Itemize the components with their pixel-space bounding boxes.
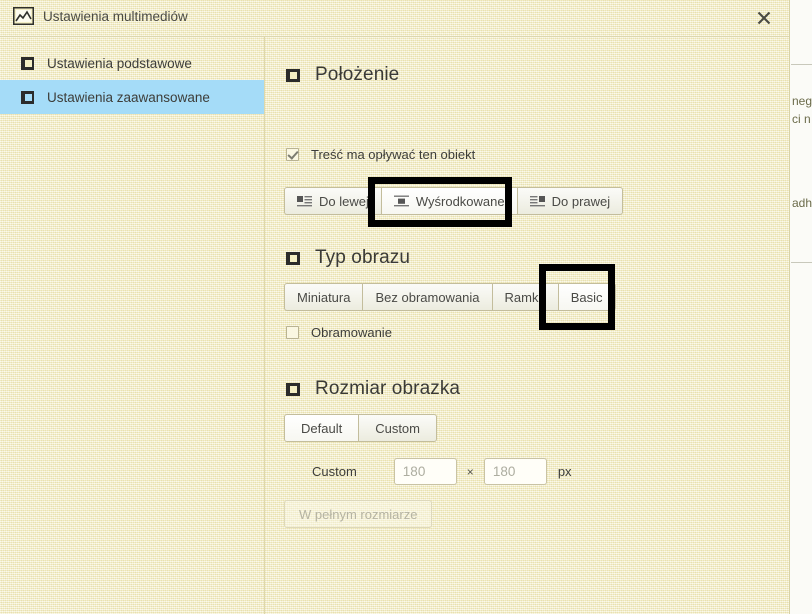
- size-mode-default-label: Default: [301, 420, 343, 436]
- border-label: Obramowanie: [311, 325, 392, 340]
- dialog-title: Ustawienia multimediów: [43, 9, 188, 24]
- background-page-text-fragment: ci n: [792, 112, 811, 126]
- background-page-rule: [791, 64, 812, 65]
- dialog-body: Ustawienia podstawowe Ustawienia zaawans…: [0, 37, 789, 614]
- border-checkbox-row[interactable]: Obramowanie: [286, 325, 392, 340]
- dialog-title-bar: Ustawienia multimediów: [0, 0, 789, 37]
- align-right-icon: [529, 195, 545, 207]
- custom-width-input[interactable]: [393, 458, 457, 485]
- page-square-icon: [21, 56, 34, 70]
- image-type-button-group: Miniatura Bez obramowania Ramka Basic: [284, 283, 616, 311]
- background-page-rule: [791, 262, 812, 263]
- full-size-button: W pełnym rozmiarze: [284, 500, 433, 528]
- collapse-square-icon[interactable]: [286, 382, 301, 397]
- text-wrap-checkbox[interactable]: [286, 148, 299, 161]
- image-type-thumbnail-label: Miniatura: [297, 289, 351, 305]
- custom-height-input[interactable]: [483, 458, 547, 485]
- background-page-text-fragment: neg: [792, 94, 812, 108]
- settings-content-pane: Położenie Treść ma opływać ten obiekt Do…: [266, 37, 789, 614]
- close-icon[interactable]: [749, 4, 779, 32]
- custom-size-row: Custom × px: [312, 458, 572, 485]
- image-type-thumbnail-button[interactable]: Miniatura: [284, 283, 363, 311]
- sidebar-item-basic-settings[interactable]: Ustawienia podstawowe: [0, 46, 264, 80]
- section-title: Położenie: [315, 64, 400, 85]
- image-type-frame-label: Ramka: [504, 289, 546, 305]
- size-separator: ×: [466, 464, 474, 479]
- image-icon: [12, 6, 35, 26]
- align-left-button[interactable]: Do lewej: [284, 187, 381, 215]
- full-size-label: W pełnym rozmiarze: [299, 506, 418, 522]
- section-title: Typ obrazu: [315, 247, 410, 268]
- size-mode-button-group: Default Custom: [284, 414, 437, 442]
- image-type-frameless-button[interactable]: Bez obramowania: [362, 283, 492, 311]
- text-wrap-label: Treść ma opływać ten obiekt: [311, 147, 476, 162]
- align-center-button[interactable]: Wyśrodkowane: [380, 187, 517, 215]
- size-mode-default-button[interactable]: Default: [284, 414, 359, 442]
- image-type-frame-button[interactable]: Ramka: [491, 283, 558, 311]
- alignment-button-group: Do lewej Wyśrodkowane Do prawej: [284, 187, 624, 215]
- size-mode-custom-button[interactable]: Custom: [358, 414, 437, 442]
- align-center-label: Wyśrodkowane: [415, 193, 505, 209]
- section-title: Rozmiar obrazka: [315, 378, 461, 399]
- align-left-label: Do lewej: [319, 193, 369, 209]
- media-settings-dialog: Ustawienia multimediów Ustawienia podsta…: [0, 0, 790, 614]
- section-header-position: Położenie: [286, 64, 399, 86]
- size-mode-custom-label: Custom: [375, 420, 420, 436]
- section-header-image-type: Typ obrazu: [286, 247, 410, 269]
- align-right-label: Do prawej: [551, 193, 611, 209]
- page-square-icon: [21, 90, 34, 104]
- align-center-icon: [393, 195, 409, 207]
- align-left-icon: [297, 195, 312, 207]
- text-wrap-checkbox-row[interactable]: Treść ma opływać ten obiekt: [286, 147, 475, 162]
- settings-sidebar: Ustawienia podstawowe Ustawienia zaawans…: [0, 37, 265, 614]
- custom-size-label: Custom: [312, 464, 357, 479]
- sidebar-item-label: Ustawienia zaawansowane: [47, 89, 210, 105]
- background-page-text-fragment: adh: [792, 196, 812, 210]
- section-header-image-size: Rozmiar obrazka: [286, 378, 460, 400]
- size-unit-label: px: [557, 464, 572, 479]
- align-right-button[interactable]: Do prawej: [516, 187, 624, 215]
- sidebar-item-advanced-settings[interactable]: Ustawienia zaawansowane: [0, 80, 264, 114]
- collapse-square-icon[interactable]: [286, 251, 301, 266]
- image-type-frameless-label: Bez obramowania: [375, 289, 480, 305]
- border-checkbox[interactable]: [286, 326, 299, 339]
- sidebar-item-label: Ustawienia podstawowe: [47, 55, 192, 71]
- background-page-column: [789, 0, 812, 614]
- collapse-square-icon[interactable]: [286, 68, 301, 83]
- image-type-basic-label: Basic: [570, 289, 603, 305]
- image-type-basic-button[interactable]: Basic: [557, 283, 616, 311]
